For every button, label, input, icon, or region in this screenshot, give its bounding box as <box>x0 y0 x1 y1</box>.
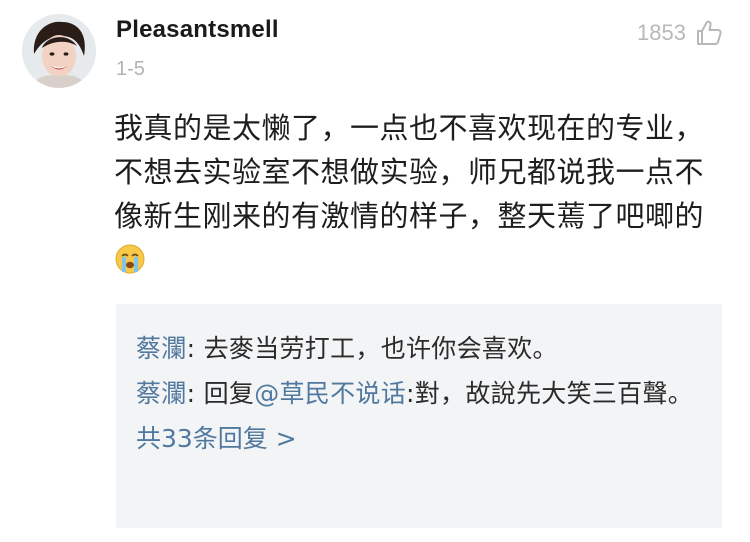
reply-mention[interactable]: @草民不说话 <box>254 379 406 408</box>
crying-face-emoji <box>115 244 145 274</box>
reply-text: 去麥当劳打工，也许你会喜欢。 <box>203 334 558 363</box>
avatar[interactable] <box>22 14 96 88</box>
like-count: 1853 <box>637 20 686 45</box>
comment-card: Pleasantsmell 1-5 1853 我真的是太懒了，一点也不喜欢现在的… <box>0 0 750 542</box>
reply-separator: : <box>186 334 204 363</box>
comment-text: 我真的是太懒了，一点也不喜欢现在的专业，不想去实验室不想做实验，师兄都说我一点不… <box>114 106 722 282</box>
comment-date: 1-5 <box>116 58 145 80</box>
reply-author[interactable]: 蔡瀾 <box>136 334 187 363</box>
comment-text-content: 我真的是太懒了，一点也不喜欢现在的专业，不想去实验室不想做实验，师兄都说我一点不… <box>114 111 705 233</box>
like-button[interactable]: 1853 <box>637 18 724 48</box>
reply-prefix: 回复 <box>203 379 255 408</box>
username[interactable]: Pleasantsmell <box>116 16 279 44</box>
avatar-image <box>22 14 96 88</box>
replies-box: 蔡瀾: 去麥当劳打工，也许你会喜欢。 蔡瀾: 回复@草民不说话:對，故說先大笑三… <box>116 304 722 528</box>
reply-author[interactable]: 蔡瀾 <box>136 379 187 408</box>
reply-item: 蔡瀾: 去麥当劳打工，也许你会喜欢。 <box>136 330 702 368</box>
more-replies-link[interactable]: 共33条回复 > <box>136 420 702 458</box>
reply-text: :對，故說先大笑三百聲。 <box>406 379 694 408</box>
thumbs-up-icon[interactable] <box>694 18 724 48</box>
reply-item: 蔡瀾: 回复@草民不说话:對，故說先大笑三百聲。 <box>136 375 702 413</box>
reply-separator: : <box>186 379 204 408</box>
